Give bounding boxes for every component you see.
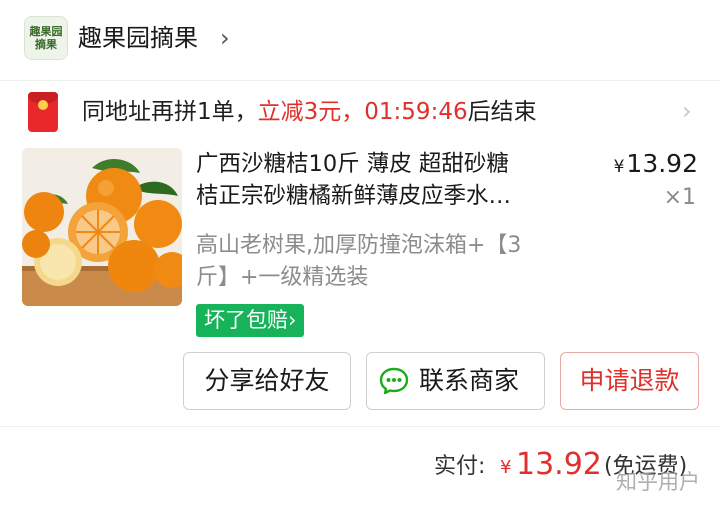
product-image[interactable]	[22, 148, 182, 306]
promo-suffix: 后结束	[467, 99, 537, 125]
product-title[interactable]: 广西沙糖桔10斤 薄皮 超甜砂糖 桔正宗砂糖橘新鲜薄皮应季水…	[196, 148, 586, 212]
product-price: ¥13.92	[614, 148, 698, 183]
total-label: 实付:	[434, 454, 486, 479]
shop-logo-line1: 趣果园	[29, 25, 63, 38]
price-currency: ¥	[613, 157, 625, 177]
shop-logo: 趣果园 摘果	[24, 16, 68, 60]
watermark: 知乎用户	[616, 470, 700, 494]
shop-name[interactable]: 趣果园摘果	[78, 22, 198, 54]
divider	[0, 426, 720, 427]
chevron-right-icon[interactable]: ›	[220, 22, 230, 54]
promo-text[interactable]: 同地址再拼1单，立减3元，01:59:46后结束	[82, 96, 537, 128]
chevron-right-icon[interactable]: ›	[682, 95, 692, 127]
mandarin-oranges-photo	[22, 148, 182, 306]
promo-countdown: 01:59:46	[364, 99, 468, 125]
product-spec-line2: 斤】+一级精选装	[196, 265, 369, 290]
chat-bubble-icon	[379, 367, 409, 395]
product-title-line1: 广西沙糖桔10斤 薄皮 超甜砂糖	[196, 151, 509, 177]
total-amount: 13.92	[516, 447, 602, 482]
divider	[0, 80, 720, 81]
promo-discount: 立减3元，	[257, 99, 365, 125]
share-button[interactable]: 分享给好友	[183, 352, 351, 410]
red-packet-icon	[28, 92, 58, 132]
damage-guarantee-badge[interactable]: 坏了包赔›	[196, 304, 305, 337]
request-refund-button[interactable]: 申请退款	[560, 352, 699, 410]
promo-prefix: 同地址再拼1单，	[82, 99, 258, 125]
product-title-line2: 桔正宗砂糖橘新鲜薄皮应季水…	[196, 183, 512, 209]
product-spec: 高山老树果,加厚防撞泡沫箱+【3 斤】+一级精选装	[196, 230, 566, 294]
total-currency: ¥	[500, 457, 512, 478]
price-value: 13.92	[626, 149, 698, 178]
shop-logo-line2: 摘果	[35, 38, 57, 51]
contact-seller-button[interactable]: 联系商家	[366, 352, 545, 410]
product-quantity: ×1	[663, 185, 696, 210]
shop-header[interactable]: 趣果园 摘果 趣果园摘果 ›	[0, 0, 720, 78]
product-spec-line1: 高山老树果,加厚防撞泡沫箱+【3	[196, 233, 522, 258]
contact-seller-label: 联系商家	[419, 366, 520, 395]
